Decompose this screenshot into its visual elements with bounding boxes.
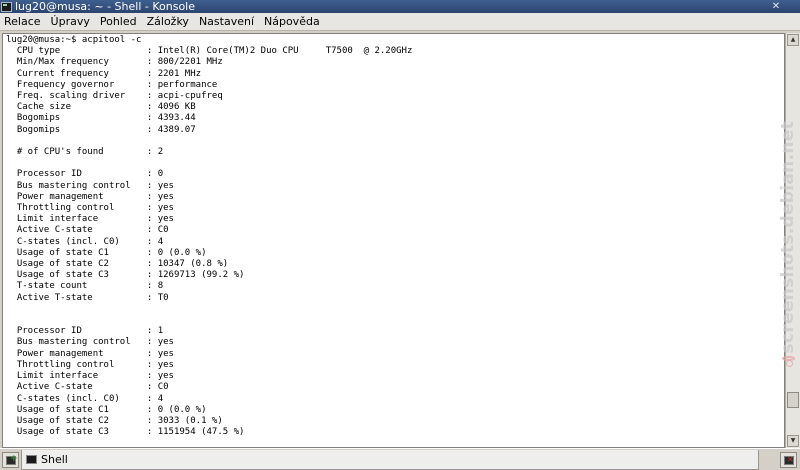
scroll-up-button[interactable]: ▲ bbox=[787, 34, 799, 46]
menu-relace[interactable]: Relace bbox=[0, 14, 46, 30]
window-close-button[interactable]: ✕ bbox=[770, 0, 782, 13]
scroll-thumb[interactable] bbox=[787, 392, 799, 409]
scroll-down-button[interactable]: ▼ bbox=[787, 435, 799, 447]
terminal-icon bbox=[26, 455, 37, 464]
terminal-output[interactable]: lug20@musa:~$ acpitool -c CPU type : Int… bbox=[3, 34, 784, 438]
menu-napoveda[interactable]: Nápověda bbox=[259, 14, 325, 30]
terminal-scrollbar[interactable]: ▲ ▼ bbox=[785, 33, 800, 448]
menubar: Relace Úpravy Pohled Záložky Nastavení N… bbox=[0, 13, 800, 31]
menu-nastaveni[interactable]: Nastavení bbox=[194, 14, 259, 30]
tab-bar: Shell bbox=[0, 448, 800, 470]
menu-zalozky[interactable]: Záložky bbox=[142, 14, 194, 30]
tab-shell[interactable]: Shell bbox=[21, 450, 759, 470]
menu-pohled[interactable]: Pohled bbox=[95, 14, 142, 30]
window-titlebar[interactable]: lug20@musa: ~ - Shell - Konsole ✕ bbox=[0, 0, 800, 13]
close-tab-button[interactable] bbox=[780, 452, 797, 468]
new-tab-button[interactable] bbox=[2, 452, 19, 468]
tab-label: Shell bbox=[41, 453, 68, 466]
terminal-icon[interactable] bbox=[1, 1, 12, 12]
window-title: lug20@musa: ~ - Shell - Konsole bbox=[15, 0, 195, 13]
menu-upravy[interactable]: Úpravy bbox=[46, 14, 95, 30]
terminal-view[interactable]: lug20@musa:~$ acpitool -c CPU type : Int… bbox=[2, 33, 785, 448]
